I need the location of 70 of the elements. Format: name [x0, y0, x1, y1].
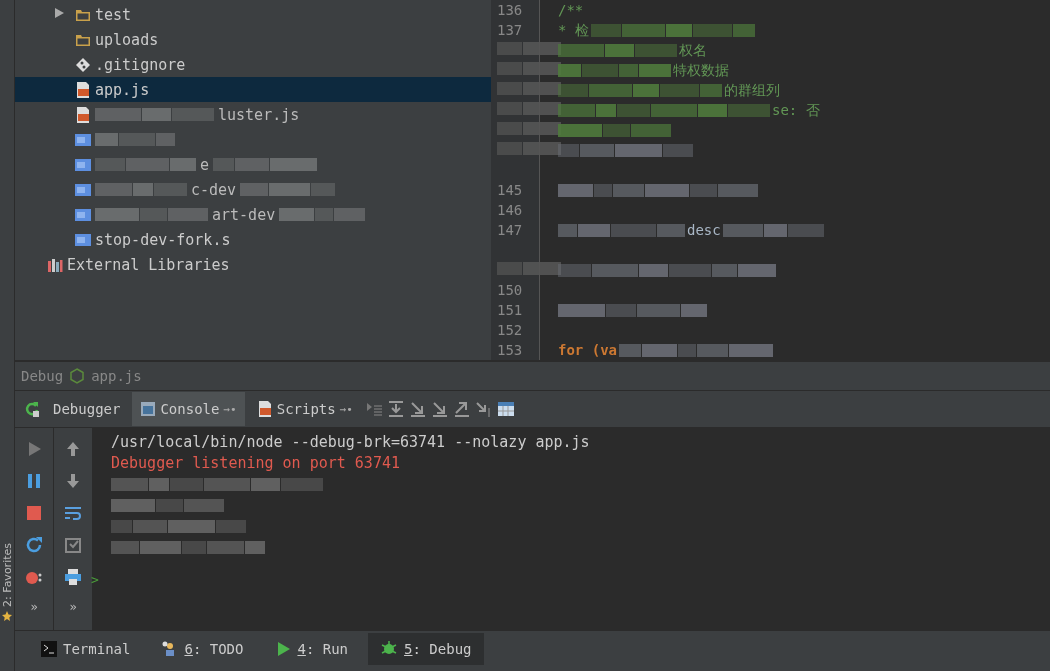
file-name[interactable]: uploads: [95, 30, 159, 49]
code-text: desc: [687, 221, 721, 240]
panel-file: app.js: [91, 368, 142, 384]
stop-icon[interactable]: [25, 504, 43, 522]
tool-window-tab[interactable]: 4: Run: [263, 633, 361, 665]
code-text: 特权数据: [673, 61, 729, 80]
console-line: Debugger listening on port 63741: [111, 453, 400, 474]
line-number: 147: [497, 222, 523, 238]
script-file-icon: [75, 158, 91, 171]
script-file-icon: [75, 133, 91, 146]
more-button[interactable]: »: [30, 600, 38, 614]
console-line: /usr/local/bin/node --debug-brk=63741 --nolazy app.js: [111, 432, 590, 453]
terminal-icon: [41, 641, 57, 657]
code-text: for (va: [558, 341, 617, 360]
js-file-icon: [75, 106, 91, 123]
tool-window-tab[interactable]: Terminal: [29, 633, 143, 665]
line-number: 137: [497, 22, 523, 38]
step-over-icon[interactable]: [386, 400, 405, 418]
code-text: 权名: [679, 41, 707, 60]
file-name[interactable]: .gitignore: [95, 55, 186, 74]
file-name[interactable]: app.js: [95, 80, 150, 99]
script-file-icon: [75, 233, 91, 246]
print-icon[interactable]: [64, 568, 82, 586]
file-name[interactable]: External Libraries: [67, 255, 230, 274]
tool-window-tab[interactable]: 5: Debug: [368, 633, 484, 665]
console-icon: [140, 401, 157, 417]
script-file-icon: [75, 183, 91, 196]
script-file-icon: [75, 208, 91, 221]
code-text: * 检: [558, 21, 589, 40]
file-name[interactable]: test: [95, 5, 132, 24]
line-number: 146: [497, 202, 523, 218]
line-number: 150: [497, 282, 523, 298]
step-into-icon[interactable]: [408, 400, 427, 418]
panel-title: Debug: [21, 368, 64, 384]
file-name: luster.js: [218, 105, 300, 124]
file-name: c-dev: [191, 180, 237, 199]
code-text: se: 否: [772, 101, 820, 120]
books-icon: [47, 256, 63, 273]
file-name: e: [200, 155, 210, 174]
js-file-icon: [75, 81, 91, 98]
table-icon[interactable]: [496, 400, 515, 418]
step-out-icon[interactable]: [452, 400, 471, 418]
more-button[interactable]: »: [69, 600, 77, 614]
line-number: 153: [497, 342, 523, 358]
code-text: /**: [558, 1, 584, 20]
star-icon: [2, 611, 12, 621]
tool-window-tab[interactable]: 6: TODO: [150, 633, 256, 665]
down-arrow-icon[interactable]: [64, 472, 82, 490]
line-number: 151: [497, 302, 523, 318]
js-file-icon: [256, 401, 273, 417]
hexagon-icon: [69, 368, 86, 384]
diamond-icon: [75, 56, 91, 73]
line-number: 152: [497, 322, 523, 338]
folder-icon: [75, 32, 91, 47]
favorites-tab[interactable]: 2: Favorites: [0, 543, 14, 607]
rerun-icon[interactable]: [23, 400, 41, 418]
pause-icon[interactable]: [25, 472, 43, 490]
code-text: 的群组列: [724, 81, 780, 100]
folder-icon: [75, 7, 91, 22]
file-name: art-dev: [212, 205, 276, 224]
file-name[interactable]: stop-dev-fork.s: [95, 230, 231, 249]
debug-tab[interactable]: Console →•: [132, 392, 245, 426]
refresh-icon[interactable]: [25, 536, 43, 554]
up-arrow-icon[interactable]: [64, 440, 82, 458]
wrap-icon[interactable]: [64, 504, 82, 522]
step-list-icon[interactable]: [364, 400, 383, 418]
line-number: 136: [497, 2, 523, 18]
run-icon: [275, 641, 292, 657]
console-prompt[interactable]: >: [91, 572, 99, 587]
line-number: 145: [497, 182, 523, 198]
